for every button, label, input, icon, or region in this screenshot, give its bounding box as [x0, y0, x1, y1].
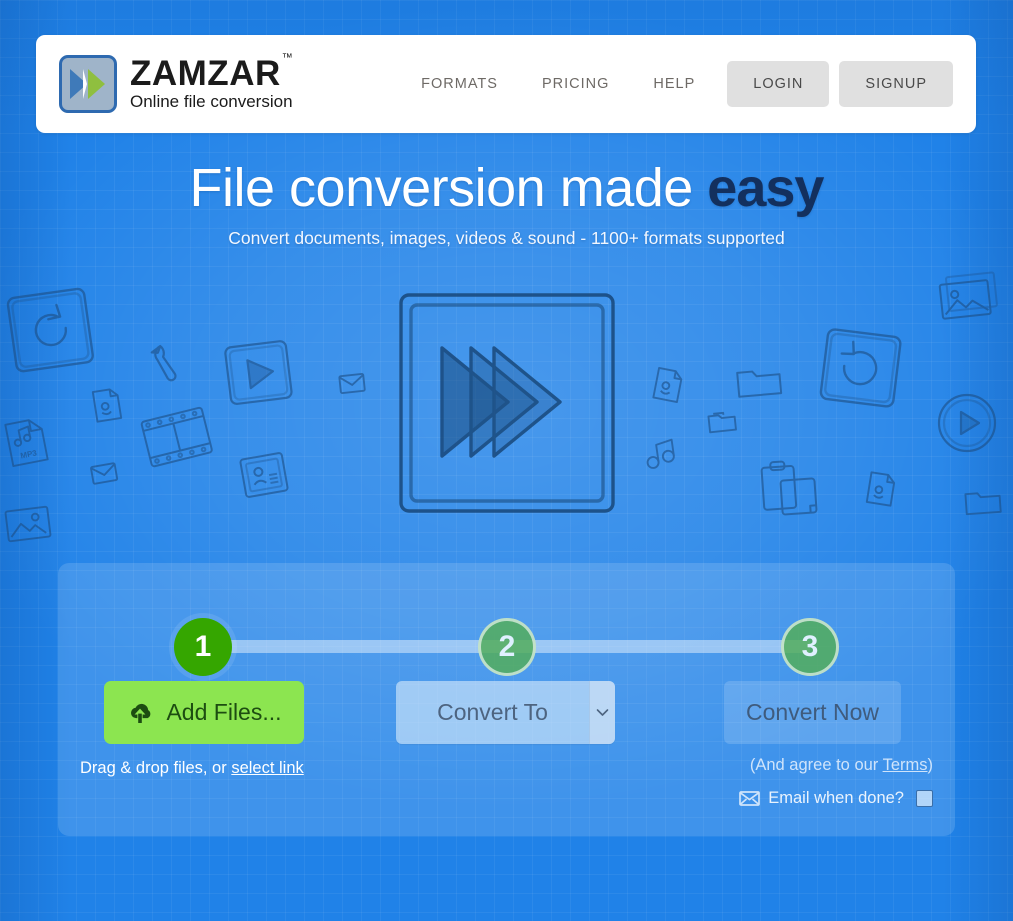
nav-help[interactable]: HELP	[631, 66, 717, 102]
terms-note: (And agree to our Terms)	[598, 756, 933, 775]
email-when-done-label: Email when done?	[768, 789, 904, 807]
main-nav: FORMATS PRICING HELP LOGIN SIGNUP	[399, 61, 953, 107]
signup-button[interactable]: SIGNUP	[839, 61, 953, 107]
login-button[interactable]: LOGIN	[727, 61, 830, 107]
email-when-done-checkbox[interactable]	[916, 790, 933, 807]
document-sketch-icon	[650, 365, 686, 404]
play-square-sketch-icon	[221, 336, 297, 410]
refresh-sketch-icon	[815, 323, 906, 414]
brand-logo[interactable]: ZAMZAR™ Online file conversion	[59, 51, 294, 113]
folder-sketch-icon	[705, 406, 740, 435]
step-indicator: 1 2 3	[58, 590, 955, 676]
site-header: ZAMZAR™ Online file conversion FORMATS P…	[36, 35, 976, 133]
zamzar-logo-icon	[59, 55, 117, 113]
hero-subtitle: Convert documents, images, videos & soun…	[228, 227, 785, 248]
hero-title-accent: easy	[707, 158, 824, 218]
brand-tagline: Online file conversion	[130, 92, 293, 112]
hero-section: File conversion made easy Convert docume…	[0, 160, 1013, 249]
chevron-down-icon[interactable]	[589, 681, 615, 744]
image-file-sketch-icon	[2, 502, 54, 546]
folder-sketch-icon	[734, 361, 785, 401]
wrench-sketch-icon	[139, 338, 186, 385]
cloud-upload-icon	[126, 701, 154, 725]
add-files-button[interactable]: Add Files...	[104, 681, 304, 744]
fast-forward-sketch-illustration	[395, 288, 621, 525]
zamzar-homepage: MP3 ZAMZAR™ Online file conversion FORMA…	[0, 0, 1013, 921]
step-3: 3	[781, 618, 839, 676]
refresh-sketch-icon	[2, 282, 99, 379]
envelope-icon	[739, 791, 761, 806]
contact-card-sketch-icon	[236, 448, 291, 502]
converter-panel: 1 2 3 Add Files... Convert To Convert No…	[58, 563, 955, 836]
select-link[interactable]: select link	[231, 759, 303, 777]
mp3-file-sketch-icon: MP3	[1, 414, 53, 470]
play-circle-sketch-icon	[936, 392, 998, 454]
email-when-done-row: Email when done?	[598, 789, 933, 808]
step-2: 2	[478, 618, 536, 676]
nav-pricing[interactable]: PRICING	[520, 66, 631, 102]
film-strip-sketch-icon	[137, 401, 217, 476]
drag-drop-note: Drag & drop files, or select link	[80, 759, 304, 778]
converter-controls: Add Files... Convert To Convert Now	[58, 681, 955, 761]
photos-sketch-icon	[936, 269, 1003, 325]
terms-prefix: (And agree to our	[749, 756, 883, 774]
convert-to-label: Convert To	[437, 699, 548, 725]
music-note-sketch-icon	[642, 435, 684, 474]
clipboard-sketch-icon	[758, 456, 824, 522]
brand-trademark: ™	[281, 51, 294, 64]
terms-suffix: )	[927, 756, 934, 774]
drag-drop-text: Drag & drop files, or	[80, 759, 232, 777]
convert-to-dropdown[interactable]: Convert To	[396, 681, 615, 744]
envelope-sketch-icon	[88, 460, 119, 487]
folder-sketch-icon	[962, 486, 1004, 519]
convert-now-button[interactable]: Convert Now	[724, 681, 901, 744]
document-sketch-icon	[864, 470, 899, 508]
add-files-label: Add Files...	[166, 699, 282, 725]
page-title: File conversion made easy	[0, 160, 1013, 217]
terms-link[interactable]: Terms	[883, 756, 928, 774]
svg-text:MP3: MP3	[20, 448, 38, 460]
brand-name: ZAMZAR	[130, 54, 281, 94]
nav-formats[interactable]: FORMATS	[399, 66, 520, 102]
envelope-sketch-icon	[337, 371, 367, 396]
hero-title-light: File conversion made	[189, 158, 708, 218]
document-sketch-icon	[90, 386, 125, 424]
step-1: 1	[174, 618, 232, 676]
